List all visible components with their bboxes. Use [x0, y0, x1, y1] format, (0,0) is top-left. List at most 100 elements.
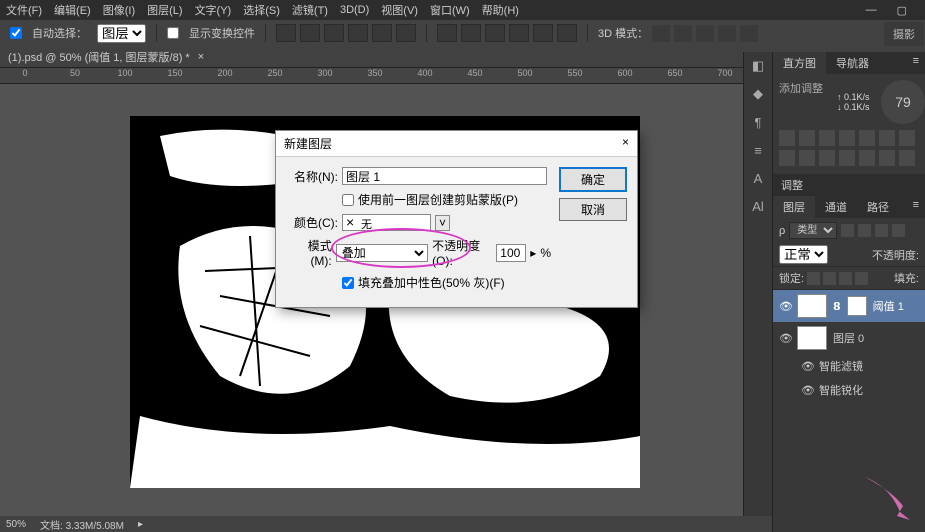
mode3d-icon[interactable] [696, 25, 714, 42]
menu-view[interactable]: 视图(V) [381, 2, 418, 18]
filter-icon[interactable] [841, 224, 854, 237]
visibility-icon[interactable]: 👁 [801, 360, 813, 373]
adjustment-icon[interactable] [819, 130, 835, 146]
close-icon[interactable]: × [198, 51, 204, 63]
lock-icon[interactable] [855, 272, 868, 285]
adjustment-icon[interactable] [839, 130, 855, 146]
lock-icon[interactable] [823, 272, 836, 285]
speed-gauge: ↑ 0.1K/s↓ 0.1K/s 79 [881, 80, 925, 124]
filter-icon[interactable] [858, 224, 871, 237]
panel-menu-icon[interactable]: ≡ [907, 196, 925, 218]
auto-select-label: 自动选择： [32, 25, 87, 41]
adjustment-icon[interactable] [799, 130, 815, 146]
mode3d-icon[interactable] [652, 25, 670, 42]
menu-image[interactable]: 图像(I) [103, 2, 135, 18]
ok-button[interactable]: 确定 [559, 167, 627, 192]
align-icon[interactable] [300, 24, 320, 42]
tool-icon[interactable]: ≡ [744, 136, 772, 164]
distribute-icon[interactable] [557, 24, 577, 42]
menu-help[interactable]: 帮助(H) [482, 2, 519, 18]
status-bar: 50% 文档: 3.33M/5.08M ▸ [0, 516, 772, 532]
panel-menu-icon[interactable]: ≡ [907, 52, 925, 74]
menu-file[interactable]: 文件(F) [6, 2, 42, 18]
visibility-icon[interactable]: 👁 [779, 300, 791, 313]
zoom-level[interactable]: 50% [6, 519, 26, 530]
menu-layer[interactable]: 图层(L) [147, 2, 182, 18]
show-transform-checkbox[interactable] [167, 27, 179, 39]
layer-row[interactable]: 👁智能锐化 [773, 378, 925, 402]
tool-icon[interactable]: Al [744, 192, 772, 220]
adjustment-icon[interactable] [859, 130, 875, 146]
blend-mode-select[interactable]: 叠加 [336, 244, 428, 262]
menu-3d[interactable]: 3D(D) [340, 4, 369, 16]
filter-icon[interactable] [875, 224, 888, 237]
layer-name: 图层 0 [833, 330, 864, 346]
camera-button[interactable]: 摄影 [884, 22, 924, 46]
menu-window[interactable]: 窗口(W) [430, 2, 470, 18]
color-select[interactable] [342, 214, 431, 231]
adjustment-icon[interactable] [839, 150, 855, 166]
adjustment-icon[interactable] [779, 130, 795, 146]
distribute-icon[interactable] [509, 24, 529, 42]
cancel-button[interactable]: 取消 [559, 198, 627, 221]
tab-paths[interactable]: 路径 [857, 196, 899, 218]
adjustment-icon[interactable] [899, 150, 915, 166]
tool-icon[interactable]: ◧ [744, 52, 772, 80]
adjustment-icon[interactable] [899, 130, 915, 146]
tool-icon[interactable]: ¶ [744, 108, 772, 136]
layer-thumb[interactable] [797, 294, 827, 318]
fill-neutral-checkbox[interactable] [342, 277, 354, 289]
visibility-icon[interactable]: 👁 [801, 384, 813, 397]
side-toolbar: ◧ ◆ ¶ ≡ A Al [743, 52, 772, 516]
auto-select-checkbox[interactable] [10, 27, 22, 39]
tab-navigator[interactable]: 导航器 [826, 52, 879, 74]
layer-row[interactable]: 👁智能滤镜 [773, 354, 925, 378]
menu-type[interactable]: 文字(Y) [195, 2, 232, 18]
distribute-icon[interactable] [461, 24, 481, 42]
tab-layers[interactable]: 图层 [773, 196, 815, 218]
adjustment-icon[interactable] [799, 150, 815, 166]
visibility-icon[interactable]: 👁 [779, 332, 791, 345]
adjustment-icon[interactable] [879, 130, 895, 146]
menu-filter[interactable]: 滤镜(T) [292, 2, 328, 18]
minimize-icon[interactable]: — [866, 4, 877, 17]
adjustment-icon[interactable] [879, 150, 895, 166]
layer-row[interactable]: 👁 图层 0 [773, 322, 925, 354]
align-icon[interactable] [372, 24, 392, 42]
opacity-label: 不透明度(O): [432, 237, 492, 268]
tool-icon[interactable]: ◆ [744, 80, 772, 108]
distribute-icon[interactable] [437, 24, 457, 42]
adjustment-icon[interactable] [779, 150, 795, 166]
distribute-icon[interactable] [485, 24, 505, 42]
layer-mask[interactable] [847, 296, 867, 316]
opacity-input[interactable] [496, 244, 526, 262]
align-icons [276, 24, 416, 42]
clip-mask-checkbox[interactable] [342, 194, 354, 206]
align-icon[interactable] [324, 24, 344, 42]
tool-icon[interactable]: A [744, 164, 772, 192]
menu-edit[interactable]: 编辑(E) [54, 2, 91, 18]
auto-select-target[interactable]: 图层 [97, 24, 146, 43]
tab-histogram[interactable]: 直方图 [773, 52, 826, 74]
align-icon[interactable] [348, 24, 368, 42]
lock-icon[interactable] [807, 272, 820, 285]
adjustment-icon[interactable] [859, 150, 875, 166]
maximize-icon[interactable]: ▢ [897, 4, 907, 17]
layer-thumb[interactable] [797, 326, 827, 350]
menu-select[interactable]: 选择(S) [243, 2, 280, 18]
layer-filter[interactable]: 类型 [789, 222, 837, 239]
layer-name-input[interactable] [342, 167, 547, 185]
mode3d-icon[interactable] [718, 25, 736, 42]
distribute-icon[interactable] [533, 24, 553, 42]
tab-channels[interactable]: 通道 [815, 196, 857, 218]
lock-icon[interactable] [839, 272, 852, 285]
close-icon[interactable]: × [622, 135, 629, 152]
mode3d-icon[interactable] [740, 25, 758, 42]
blend-mode[interactable]: 正常 [779, 245, 828, 264]
adjustment-icon[interactable] [819, 150, 835, 166]
mode3d-icon[interactable] [674, 25, 692, 42]
layer-row[interactable]: 👁𝟴阈值 1 [773, 290, 925, 322]
align-icon[interactable] [276, 24, 296, 42]
filter-icon[interactable] [892, 224, 905, 237]
align-icon[interactable] [396, 24, 416, 42]
